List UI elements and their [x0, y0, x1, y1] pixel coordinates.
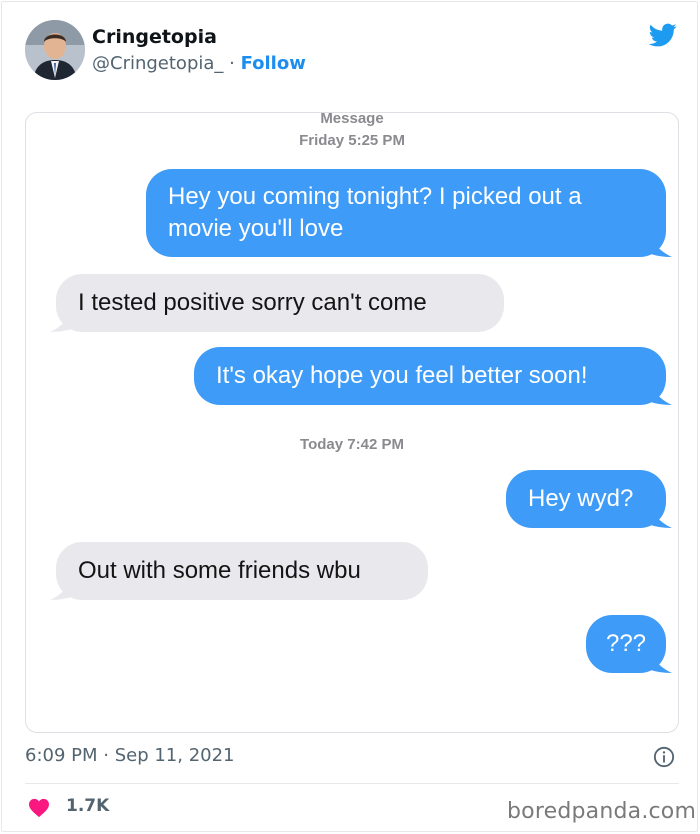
thread-label: Message: [320, 112, 384, 127]
bubble-tail: [646, 233, 672, 257]
twitter-bird-icon[interactable]: [647, 21, 679, 49]
message-text: I tested positive sorry can't come: [78, 289, 427, 316]
thread-time-today: Today 7:42 PM: [300, 436, 404, 453]
tweet-timestamp[interactable]: 6:09 PM · Sep 11, 2021: [25, 745, 235, 766]
watermark: boredpanda.com: [507, 799, 697, 824]
message-text: Out with some friends wbu: [78, 557, 361, 584]
message-sent: It's okay hope you feel better soon!: [194, 347, 666, 405]
message-received: Out with some friends wbu: [56, 542, 428, 600]
screenshot-media[interactable]: Message Friday 5:25 PM Hey you coming to…: [25, 112, 679, 733]
message-sent: Hey wyd?: [506, 470, 666, 528]
avatar[interactable]: [25, 20, 85, 80]
message-received: I tested positive sorry can't come: [56, 274, 504, 332]
bubble-tail: [50, 576, 76, 600]
info-icon[interactable]: [653, 746, 675, 768]
like-count[interactable]: 1.7K: [66, 796, 109, 816]
display-name[interactable]: Cringetopia: [92, 26, 217, 48]
heart-icon[interactable]: [28, 798, 50, 818]
bubble-tail: [646, 649, 672, 673]
divider: [25, 783, 679, 784]
separator-dot: ·: [223, 53, 241, 74]
message-text: Hey you coming tonight? I picked out a m…: [168, 183, 582, 242]
message-text: ???: [605, 630, 647, 657]
thread-time-friday: Friday 5:25 PM: [299, 132, 405, 149]
bubble-tail: [646, 381, 672, 405]
follow-button[interactable]: Follow: [241, 53, 306, 74]
message-text: Hey wyd?: [528, 485, 634, 512]
message-text: It's okay hope you feel better soon!: [216, 362, 588, 389]
avatar-image: [25, 20, 85, 80]
bubble-tail: [646, 504, 672, 528]
bubble-tail: [50, 308, 76, 332]
tweet-card: Cringetopia @Cringetopia_ · Follow Messa…: [1, 1, 698, 832]
handle[interactable]: @Cringetopia_: [92, 53, 223, 74]
handle-line: @Cringetopia_ · Follow: [92, 53, 306, 74]
message-sent: Hey you coming tonight? I picked out a m…: [146, 169, 666, 257]
